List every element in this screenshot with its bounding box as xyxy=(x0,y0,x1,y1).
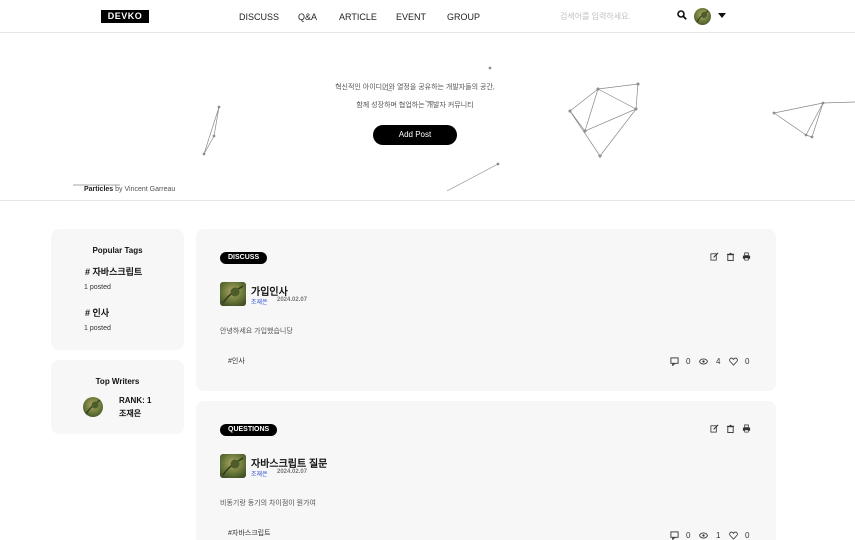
post-author[interactable]: 조재은 xyxy=(251,469,268,478)
hero-tagline-1: 혁신적인 아이디어와 열정을 공유하는 개발자들의 공간, xyxy=(335,84,495,91)
tag-item[interactable]: # 인사 xyxy=(85,306,109,319)
post-excerpt: 안녕하세요 가입했습니당 xyxy=(220,328,293,335)
trash-icon[interactable] xyxy=(726,424,735,433)
tag-count: 1 posted xyxy=(84,325,111,332)
category-badge: QUESTIONS xyxy=(220,424,278,436)
nav-discuss[interactable]: DISCUSS xyxy=(239,11,279,23)
post-author[interactable]: 조재은 xyxy=(251,297,268,306)
post-excerpt: 비동기랑 동기의 차이점이 뭔가여 xyxy=(220,500,316,507)
category-badge: DISCUSS xyxy=(220,252,268,264)
post-card[interactable]: QUESTIONS 자바스크립트 질문 조재은 2024.02.07 비동기랑 … xyxy=(196,401,776,540)
heart-icon[interactable] xyxy=(729,531,738,540)
writer-rank: RANK: 1 xyxy=(119,396,152,405)
avatar[interactable] xyxy=(220,454,246,478)
comment-icon xyxy=(670,357,679,366)
user-avatar[interactable] xyxy=(694,8,711,25)
post-title[interactable]: 자바스크립트 질문 xyxy=(251,455,327,470)
trash-icon[interactable] xyxy=(726,252,735,261)
print-icon[interactable] xyxy=(742,424,751,433)
search-icon[interactable] xyxy=(677,10,687,20)
comment-count: 0 xyxy=(686,531,691,540)
particles-background xyxy=(73,66,855,192)
nav-qna[interactable]: Q&A xyxy=(298,11,317,23)
nav-article[interactable]: ARTICLE xyxy=(339,11,377,23)
comment-count: 0 xyxy=(686,357,691,366)
post-date: 2024.02.07 xyxy=(277,469,308,475)
nav-group[interactable]: GROUP xyxy=(447,11,480,23)
like-count: 0 xyxy=(745,357,750,366)
post-tag[interactable]: #인사 xyxy=(228,356,245,366)
eye-icon xyxy=(699,532,708,539)
credit-text: by Vincent Garreau xyxy=(113,186,176,193)
nav-event[interactable]: EVENT xyxy=(396,11,426,23)
search-input[interactable] xyxy=(560,8,670,24)
post-title[interactable]: 가입인사 xyxy=(251,283,288,298)
chevron-down-icon[interactable] xyxy=(718,13,726,18)
heart-icon[interactable] xyxy=(729,357,738,366)
edit-icon[interactable] xyxy=(710,252,719,261)
view-count: 1 xyxy=(716,531,721,540)
comment-icon xyxy=(670,531,679,540)
avatar[interactable] xyxy=(83,397,103,417)
credit-link[interactable]: Particles xyxy=(84,186,113,193)
post-tag[interactable]: #자바스크립트 xyxy=(228,528,271,538)
writer-name[interactable]: 조재은 xyxy=(119,408,141,419)
logo[interactable]: DEVKO xyxy=(101,10,149,23)
particles-credit: Particles by Vincent Garreau xyxy=(84,186,175,193)
like-count: 0 xyxy=(745,531,750,540)
post-date: 2024.02.07 xyxy=(277,297,308,303)
tag-count: 1 posted xyxy=(84,284,111,291)
popular-tags-title: Popular Tags xyxy=(92,246,143,255)
print-icon[interactable] xyxy=(742,252,751,261)
top-writers-title: Top Writers xyxy=(95,377,140,386)
avatar[interactable] xyxy=(220,282,246,306)
hero-banner: 혁신적인 아이디어와 열정을 공유하는 개발자들의 공간, 함께 성장하며 협업… xyxy=(0,33,855,201)
top-navbar: DEVKO DISCUSS Q&A ARTICLE EVENT GROUP xyxy=(0,0,855,33)
tag-item[interactable]: # 자바스크립트 xyxy=(85,265,142,278)
hero-tagline-2: 함께 성장하며 협업하는 개발자 커뮤니티 xyxy=(356,102,474,109)
add-post-button[interactable]: Add Post xyxy=(373,125,457,145)
popular-tags-card: Popular Tags # 자바스크립트 1 posted # 인사 1 po… xyxy=(51,229,184,350)
post-card[interactable]: DISCUSS 가입인사 조재은 2024.02.07 안녕하세요 가입했습니당… xyxy=(196,229,776,391)
eye-icon xyxy=(699,358,708,365)
view-count: 4 xyxy=(716,357,721,366)
top-writers-card: Top Writers RANK: 1 조재은 xyxy=(51,360,184,434)
edit-icon[interactable] xyxy=(710,424,719,433)
